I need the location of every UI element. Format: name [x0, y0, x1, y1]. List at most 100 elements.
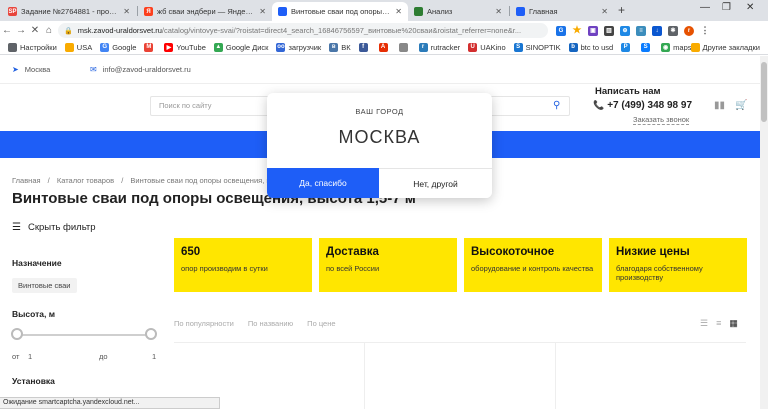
feature-card: Высокоточное оборудование и контроль кач…	[464, 238, 602, 292]
close-icon[interactable]: ✕	[495, 7, 502, 16]
city-selector[interactable]: ➤ Москва	[12, 65, 50, 74]
extensions-area: G ★ ▣ ▥ ⊕ ≡ ↓ ✱ r ⋮	[556, 21, 710, 40]
extension-a-icon[interactable]: ▣	[588, 25, 598, 36]
cart-icon[interactable]: 🛒	[735, 100, 747, 111]
grid-view-icon[interactable]: ▦	[729, 318, 738, 329]
shield-icon	[398, 42, 408, 52]
filter-chip-screw-piles[interactable]: Винтовые сваи	[12, 278, 77, 293]
minimize-icon[interactable]: —	[700, 2, 710, 13]
confirm-city-button[interactable]: Да, спасибо	[267, 168, 379, 198]
bookmark-item[interactable]: в ВК	[329, 42, 351, 52]
breadcrumb-separator: /	[121, 176, 124, 185]
list-view-icon[interactable]: ☰	[700, 318, 708, 329]
maximize-icon[interactable]: ❐	[722, 2, 731, 13]
bookmark-item[interactable]: ◉ maps	[661, 42, 692, 52]
feature-title: 650	[181, 246, 201, 258]
sinoptik-icon: S	[513, 42, 523, 52]
home-favicon-icon	[516, 7, 525, 16]
window-close-icon[interactable]: ✕	[746, 2, 754, 13]
bookmark-label: btc to usd	[580, 42, 614, 52]
bookmark-item[interactable]: b btc to usd	[568, 42, 614, 52]
apps-icon	[8, 42, 17, 52]
tab-task[interactable]: SP Задание №2764881 - просмотр з ✕	[2, 2, 136, 21]
tab-main[interactable]: Главная ✕	[510, 2, 614, 21]
bookmark-item[interactable]: oo загрузчик	[276, 42, 321, 52]
feature-card: 650 опор производим в сутки	[174, 238, 312, 292]
bookmark-item[interactable]	[398, 42, 411, 52]
tab-current[interactable]: Винтовые сваи под опоры освеще ✕	[272, 2, 408, 21]
tab-yandex[interactable]: Я жб сваи эндбери — Яндекс: нашё ✕	[138, 2, 272, 21]
sort-popularity[interactable]: По популярности	[174, 319, 234, 328]
other-bookmarks[interactable]: Другие закладки	[690, 40, 760, 55]
breadcrumb-home[interactable]: Главная	[12, 176, 41, 185]
email-link[interactable]: ✉ info@zavod-uraldorsvet.ru	[90, 65, 191, 74]
tab-favicon-sp-icon: SP	[8, 7, 17, 16]
bookmark-item[interactable]: A	[378, 42, 391, 52]
bookmark-item[interactable]: P	[621, 42, 633, 52]
height-slider-track[interactable]	[17, 334, 151, 336]
star-icon[interactable]: ★	[572, 25, 582, 36]
bookmark-item[interactable]: ▶ YouTube	[164, 42, 206, 52]
forward-icon[interactable]: →	[14, 25, 28, 36]
menu-dots-icon[interactable]: ⋮	[700, 25, 710, 36]
bookmark-item[interactable]: G Google	[100, 42, 136, 52]
extension-b-icon[interactable]: ▥	[604, 25, 614, 36]
tab-analytics[interactable]: Анализ ✕	[408, 2, 508, 21]
sort-name[interactable]: По названию	[248, 319, 293, 328]
search-icon[interactable]: ⚲	[553, 100, 560, 111]
browser-status-bar: Ожидание smartcaptcha.yandexcloud.net...	[0, 397, 220, 409]
phone-link[interactable]: 📞 +7 (499) 348 98 97	[593, 100, 692, 111]
sort-price[interactable]: По цене	[307, 319, 335, 328]
callback-link[interactable]: Заказать звонок	[633, 115, 690, 125]
bookmark-item[interactable]: S SINOPTIK	[513, 42, 561, 52]
height-slider-max-handle[interactable]	[145, 328, 157, 340]
drive-icon: ▲	[213, 42, 223, 52]
hide-filter-button[interactable]: ☰ Скрыть фильтр	[12, 222, 96, 233]
puzzle-icon[interactable]: ✱	[668, 25, 678, 36]
site-topline: ➤ Москва ✉ info@zavod-uraldorsvet.ru	[0, 56, 760, 84]
logo[interactable]	[12, 96, 132, 118]
tab-title: Анализ	[427, 7, 453, 16]
home-icon[interactable]: ⌂	[42, 25, 56, 36]
stop-icon[interactable]: ✕	[28, 25, 42, 36]
bookmark-item[interactable]: S	[641, 42, 653, 52]
btc-icon: b	[568, 42, 578, 52]
lock-icon: 🔒	[64, 27, 73, 35]
profile-avatar[interactable]: r	[684, 25, 694, 36]
height-slider-min-handle[interactable]	[11, 328, 23, 340]
bookmark-item[interactable]: r rutracker	[418, 42, 460, 52]
range-from-value[interactable]: 1	[28, 352, 32, 361]
compare-icon[interactable]: ▮▮	[714, 100, 725, 111]
close-icon[interactable]: ✕	[123, 7, 130, 16]
compact-list-view-icon[interactable]: ≡	[716, 318, 721, 329]
url-input[interactable]: 🔒 msk.zavod-uraldorsvet.ru/catalog/vinto…	[58, 23, 548, 38]
bookmark-item[interactable]: U UAKino	[468, 42, 506, 52]
close-icon[interactable]: ✕	[395, 7, 402, 16]
breadcrumb-catalog[interactable]: Каталог товаров	[57, 176, 114, 185]
product-grid-divider	[364, 342, 365, 409]
scrollbar-thumb[interactable]	[761, 62, 767, 122]
page-scrollbar[interactable]	[760, 56, 768, 409]
extension-d-icon[interactable]: ≡	[636, 25, 646, 36]
translate-icon[interactable]: G	[556, 25, 566, 36]
bookmark-item[interactable]: Настройки	[8, 42, 57, 52]
bookmark-item[interactable]: ▲ Google Диск	[213, 42, 268, 52]
close-icon[interactable]: ✕	[259, 7, 266, 16]
back-icon[interactable]: ←	[0, 25, 14, 36]
bookmark-item[interactable]: M	[144, 42, 156, 52]
download-icon[interactable]: ↓	[652, 25, 662, 36]
bookmark-item[interactable]: USA	[64, 42, 92, 52]
ali-icon: A	[378, 42, 388, 52]
tab-title: жб сваи эндбери — Яндекс: нашё	[157, 7, 255, 16]
p-icon: P	[621, 42, 631, 52]
close-icon[interactable]: ✕	[601, 7, 608, 16]
bookmarks-bar: Настройки USA G Google M ▶ YouTube ▲ Google Диск…	[0, 40, 768, 55]
new-tab-icon[interactable]: +	[618, 3, 625, 17]
range-to-value[interactable]: 1	[152, 352, 156, 361]
city-label: Москва	[24, 65, 51, 74]
extension-c-icon[interactable]: ⊕	[620, 25, 630, 36]
filter-install-label[interactable]: Установка	[12, 376, 55, 386]
bookmark-item[interactable]: f	[358, 42, 371, 52]
contact-title[interactable]: Написать нам	[595, 86, 661, 97]
change-city-button[interactable]: Нет, другой	[379, 168, 492, 198]
